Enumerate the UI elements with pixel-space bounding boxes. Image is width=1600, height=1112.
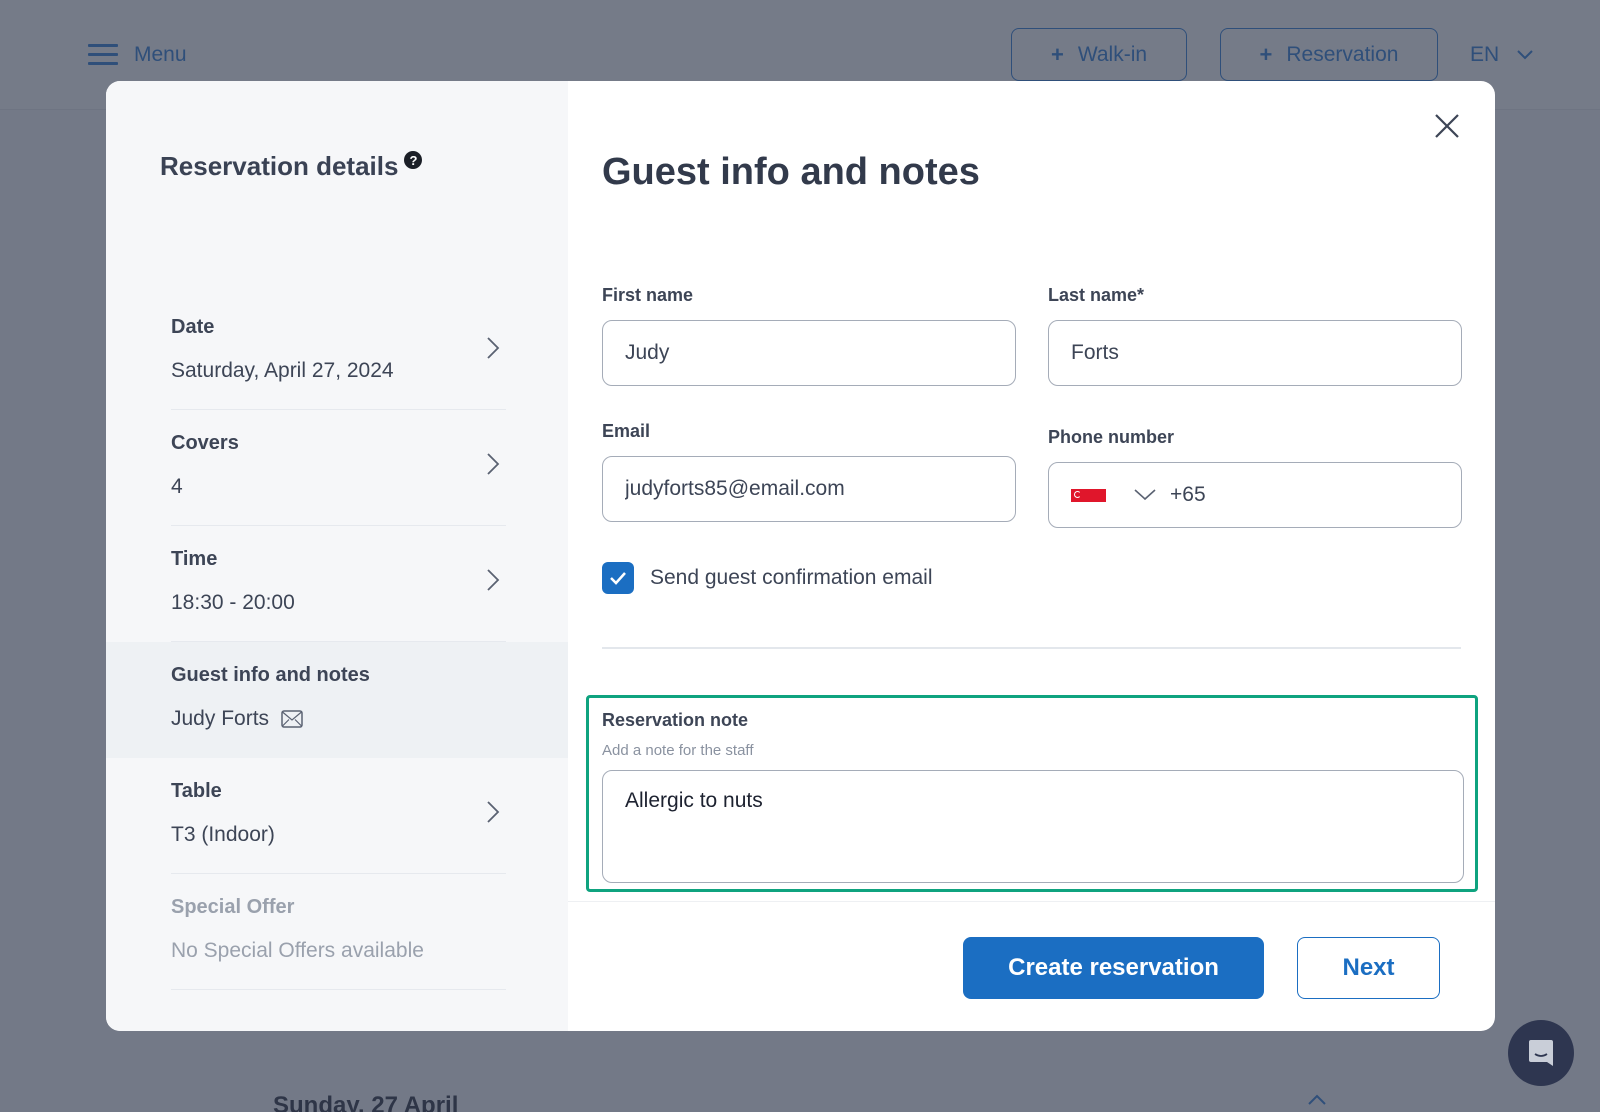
hamburger-icon (88, 44, 118, 66)
chevron-up-icon[interactable] (1308, 1094, 1326, 1105)
chevron-down-icon[interactable] (1134, 489, 1156, 501)
email-label: Email (602, 421, 651, 441)
first-name-label: First name (602, 285, 694, 305)
reservation-note-label: Reservation note (602, 710, 749, 730)
menu-button[interactable]: Menu (88, 40, 187, 70)
send-confirmation-label: Send guest confirmation email (650, 566, 933, 589)
chevron-down-icon (1517, 50, 1533, 60)
last-name-field[interactable] (1048, 320, 1462, 386)
first-name-field[interactable] (602, 320, 1016, 386)
divider (602, 647, 1461, 649)
language-label: EN (1470, 43, 1500, 66)
dial-code: +65 (1170, 483, 1206, 506)
email-input[interactable] (625, 477, 1015, 501)
close-icon (1435, 114, 1459, 138)
plus-icon: + (1259, 41, 1273, 67)
guest-info-panel: Guest info and notes First name Last nam… (106, 81, 1495, 1031)
new-reservation-label: Reservation (1286, 42, 1399, 66)
walk-in-button[interactable]: + Walk-in (1011, 28, 1187, 81)
footer-divider (568, 901, 1495, 902)
page-title: Guest info and notes (602, 151, 980, 193)
reservation-note-section: Reservation note Add a note for the staf… (586, 695, 1478, 892)
phone-label: Phone number (1048, 427, 1175, 447)
next-button[interactable]: Next (1297, 937, 1440, 999)
last-name-input[interactable] (1071, 341, 1461, 365)
menu-label: Menu (134, 43, 187, 66)
reservation-note-textarea[interactable]: Allergic to nuts (602, 770, 1464, 883)
plus-icon: + (1050, 41, 1064, 67)
checkmark-icon (610, 572, 626, 585)
last-name-label: Last name* (1048, 285, 1145, 305)
first-name-input[interactable] (625, 341, 1015, 365)
language-selector[interactable]: EN (1470, 40, 1533, 70)
send-confirmation-checkbox[interactable] (602, 562, 634, 594)
reservation-note-hint: Add a note for the staff (602, 742, 754, 759)
singapore-flag-icon[interactable] (1071, 488, 1106, 502)
new-reservation-button[interactable]: + Reservation (1220, 28, 1438, 81)
background-day-heading: Sunday, 27 April (273, 1092, 459, 1112)
email-field[interactable] (602, 456, 1016, 522)
send-confirmation-option[interactable]: Send guest confirmation email (602, 562, 933, 594)
reservation-modal: Reservation details ? Date Saturday, Apr… (106, 81, 1495, 1031)
phone-field[interactable]: +65 (1048, 462, 1462, 528)
walk-in-label: Walk-in (1077, 42, 1148, 66)
chat-support-button[interactable] (1508, 1020, 1574, 1086)
chat-icon (1529, 1040, 1553, 1066)
close-button[interactable] (1432, 111, 1462, 141)
create-reservation-button[interactable]: Create reservation (963, 937, 1264, 999)
